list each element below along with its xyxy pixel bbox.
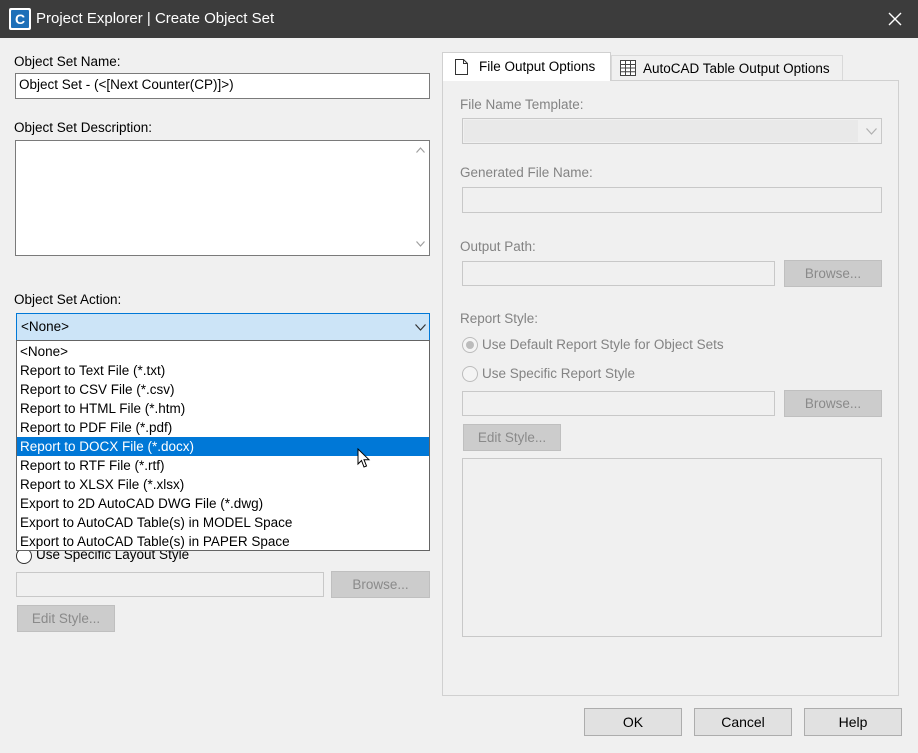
help-button[interactable]: Help	[804, 708, 902, 736]
chevron-down-icon	[866, 128, 877, 135]
option-report-htm[interactable]: Report to HTML File (*.htm)	[17, 399, 429, 418]
option-none[interactable]: <None>	[17, 342, 429, 361]
layout-edit-style-button[interactable]: Edit Style...	[17, 605, 115, 632]
civil3d-app-icon: C	[9, 8, 31, 30]
use-specific-report-style-radio[interactable]	[462, 366, 478, 382]
tab-autocad-table-output-options[interactable]: AutoCAD Table Output Options	[611, 55, 843, 82]
object-set-action-value: <None>	[21, 319, 70, 334]
layout-browse-button[interactable]: Browse...	[331, 571, 430, 598]
mouse-pointer-icon	[357, 448, 371, 468]
object-set-action-list[interactable]: <None> Report to Text File (*.txt) Repor…	[16, 340, 430, 551]
tab-autocad-table-label: AutoCAD Table Output Options	[643, 61, 830, 76]
cancel-button[interactable]: Cancel	[694, 708, 792, 736]
report-style-label: Report Style:	[460, 311, 539, 326]
option-report-xlsx[interactable]: Report to XLSX File (*.xlsx)	[17, 475, 429, 494]
document-icon	[455, 59, 468, 75]
report-edit-style-button[interactable]: Edit Style...	[463, 424, 561, 451]
tab-file-output-label: File Output Options	[479, 59, 596, 74]
output-path-browse-button[interactable]: Browse...	[784, 260, 882, 287]
file-name-template-label: File Name Template:	[460, 97, 584, 112]
option-report-csv[interactable]: Report to CSV File (*.csv)	[17, 380, 429, 399]
option-report-txt[interactable]: Report to Text File (*.txt)	[17, 361, 429, 380]
ok-button[interactable]: OK	[584, 708, 682, 736]
option-export-dwg[interactable]: Export to 2D AutoCAD DWG File (*.dwg)	[17, 494, 429, 513]
use-default-report-style-radio[interactable]	[462, 337, 478, 353]
table-icon	[620, 60, 636, 76]
svg-text:C: C	[15, 11, 25, 27]
close-button[interactable]	[872, 0, 918, 38]
use-specific-report-style-label: Use Specific Report Style	[482, 366, 636, 381]
object-set-description-textarea[interactable]	[15, 140, 430, 256]
scroll-up-icon[interactable]	[416, 147, 425, 153]
report-style-preview	[462, 458, 882, 637]
layout-style-input[interactable]	[16, 572, 324, 597]
radio-selected-dot	[466, 341, 474, 349]
generated-file-name-input[interactable]	[462, 187, 882, 213]
use-default-report-style-label: Use Default Report Style for Object Sets	[482, 337, 724, 352]
description-scrollbar[interactable]	[412, 141, 429, 255]
object-set-name-input[interactable]: Object Set - (<[Next Counter(CP)]>)	[15, 73, 430, 99]
option-export-paper-space[interactable]: Export to AutoCAD Table(s) in PAPER Spac…	[17, 532, 429, 551]
title-bar: C Project Explorer | Create Object Set	[0, 0, 918, 38]
object-set-name-value: Object Set - (<[Next Counter(CP)]>)	[19, 77, 234, 92]
object-set-action-combo[interactable]: <None>	[16, 313, 430, 341]
output-path-label: Output Path:	[460, 239, 536, 254]
window-title: Project Explorer | Create Object Set	[36, 10, 275, 27]
report-style-browse-button[interactable]: Browse...	[784, 390, 882, 417]
report-style-input[interactable]	[462, 391, 775, 416]
option-export-model-space[interactable]: Export to AutoCAD Table(s) in MODEL Spac…	[17, 513, 429, 532]
close-icon	[888, 12, 902, 26]
option-report-pdf[interactable]: Report to PDF File (*.pdf)	[17, 418, 429, 437]
object-set-name-label: Object Set Name:	[14, 54, 121, 69]
object-set-description-label: Object Set Description:	[14, 120, 153, 135]
chevron-down-icon	[415, 324, 426, 331]
file-name-template-combo[interactable]	[462, 118, 882, 144]
object-set-action-label: Object Set Action:	[14, 292, 122, 307]
output-path-input[interactable]	[462, 261, 775, 286]
generated-file-name-label: Generated File Name:	[460, 165, 593, 180]
tab-file-output-options[interactable]: File Output Options	[442, 52, 611, 81]
scroll-down-icon[interactable]	[416, 241, 425, 247]
